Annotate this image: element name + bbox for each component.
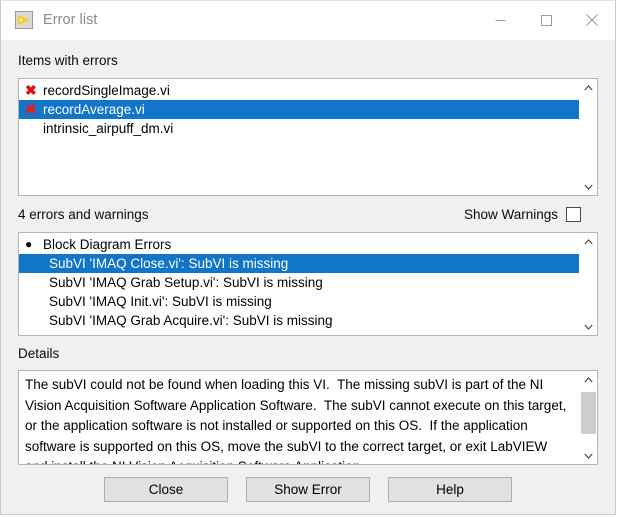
scroll-track[interactable]: [580, 250, 597, 318]
show-warnings-control[interactable]: Show Warnings: [464, 207, 581, 222]
minimize-icon: [495, 19, 505, 21]
maximize-button[interactable]: [523, 1, 569, 39]
window-title: Error list: [43, 12, 98, 28]
error-list-item[interactable]: SubVI 'IMAQ Close.vi': SubVI is missing: [19, 254, 579, 273]
labview-vi-icon: [15, 11, 33, 29]
errors-listbox[interactable]: ● Block Diagram Errors SubVI 'IMAQ Close.v…: [18, 232, 598, 336]
errors-list-rows: ● Block Diagram Errors SubVI 'IMAQ Close.v…: [19, 233, 579, 335]
error-list-item[interactable]: SubVI 'IMAQ Grab Setup.vi': SubVI is mis…: [19, 273, 579, 292]
errors-list-scrollbar[interactable]: [579, 233, 597, 335]
show-warnings-label: Show Warnings: [463, 207, 558, 222]
error-item-label: SubVI 'IMAQ Init.vi': SubVI is missing: [49, 294, 272, 309]
title-bar: Error list: [1, 1, 615, 40]
chevron-up-icon: [584, 376, 593, 382]
error-item-label: Block Diagram Errors: [43, 237, 172, 252]
chevron-down-icon: [584, 324, 593, 330]
error-x-icon: ✖: [25, 82, 37, 98]
maximize-icon: [540, 14, 552, 26]
list-item-label: recordAverage.vi: [43, 102, 145, 117]
list-item[interactable]: ✖ recordAverage.vi: [19, 100, 579, 119]
error-item-label: SubVI 'IMAQ Grab Setup.vi': SubVI is mis…: [49, 275, 323, 290]
help-button[interactable]: Help: [388, 477, 512, 502]
details-label: Details: [18, 346, 60, 361]
error-x-icon: ✖: [25, 101, 37, 117]
error-list-item[interactable]: SubVI 'IMAQ Grab Acquire.vi': SubVI is m…: [19, 311, 579, 330]
scroll-thumb[interactable]: [581, 392, 596, 434]
error-item-label: SubVI 'IMAQ Grab Acquire.vi': SubVI is m…: [49, 313, 333, 328]
errors-summary-row: 4 errors and warnings Show Warnings: [18, 207, 598, 224]
show-warnings-checkbox[interactable]: [566, 207, 581, 222]
chevron-down-icon: [584, 184, 593, 190]
error-group-header[interactable]: ● Block Diagram Errors: [19, 235, 579, 254]
chevron-up-icon: [584, 84, 593, 90]
scroll-track[interactable]: [580, 96, 597, 178]
error-list-item[interactable]: SubVI 'IMAQ Init.vi': SubVI is missing: [19, 292, 579, 311]
close-window-button[interactable]: [569, 1, 615, 39]
list-item[interactable]: intrinsic_airpuff_dm.vi: [19, 119, 579, 138]
minimize-button[interactable]: [477, 1, 523, 39]
details-text: The subVI could not be found when loadin…: [25, 377, 567, 464]
dialog-content: Items with errors ✖ recordSingleImage.vi ✖…: [1, 40, 615, 465]
footer-buttons: Close Show Error Help: [1, 477, 615, 502]
scroll-down-button[interactable]: [580, 447, 597, 464]
scroll-track[interactable]: [580, 388, 597, 447]
bullet-icon: ●: [25, 237, 33, 251]
list-item-label: intrinsic_airpuff_dm.vi: [43, 121, 174, 136]
details-box[interactable]: The subVI could not be found when loadin…: [18, 370, 598, 465]
close-icon: [586, 14, 598, 26]
items-with-errors-listbox[interactable]: ✖ recordSingleImage.vi ✖ recordAverage.vi in…: [18, 78, 598, 196]
scroll-up-button[interactable]: [580, 79, 597, 96]
items-list-scrollbar[interactable]: [579, 79, 597, 195]
list-item-label: recordSingleImage.vi: [43, 83, 170, 98]
error-item-label: SubVI 'IMAQ Close.vi': SubVI is missing: [49, 256, 289, 271]
show-error-button[interactable]: Show Error: [246, 477, 370, 502]
list-item[interactable]: ✖ recordSingleImage.vi: [19, 81, 579, 100]
chevron-up-icon: [584, 238, 593, 244]
scroll-down-button[interactable]: [580, 178, 597, 195]
scroll-up-button[interactable]: [580, 371, 597, 388]
error-list-window: Error list Items with errors ✖ recordSin…: [0, 0, 616, 515]
items-list-rows: ✖ recordSingleImage.vi ✖ recordAverage.vi in…: [19, 79, 579, 195]
close-button[interactable]: Close: [104, 477, 228, 502]
scroll-up-button[interactable]: [580, 233, 597, 250]
details-scrollbar[interactable]: [579, 371, 597, 464]
window-controls: [477, 1, 615, 39]
items-with-errors-label: Items with errors: [18, 53, 118, 68]
scroll-down-button[interactable]: [580, 318, 597, 335]
chevron-down-icon: [584, 453, 593, 459]
